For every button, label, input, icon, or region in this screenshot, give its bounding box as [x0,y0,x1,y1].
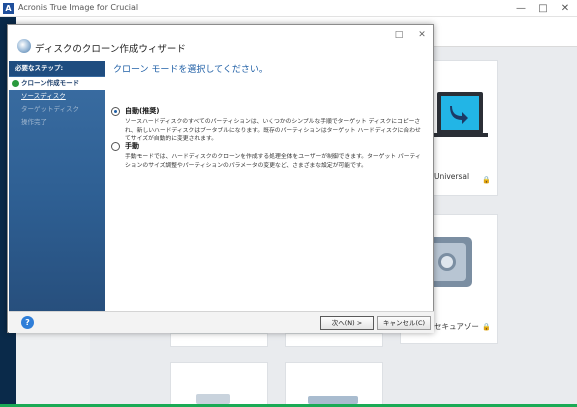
auto-mode-radio[interactable] [111,107,120,116]
check-icon [12,80,19,87]
briefcase-icon [308,396,358,404]
app-titlebar: A Acronis True Image for Crucial — □ ✕ [0,0,577,17]
cancel-button[interactable]: キャンセル(C) [377,316,431,330]
tool-card[interactable] [170,333,268,347]
step-label: 操作完了 [21,118,47,126]
steps-sidebar: 必要なステップ: クローン作成モード ソースディスク ターゲットディスク 操作完… [9,61,105,311]
acronis-logo-icon: A [3,3,14,14]
help-icon[interactable]: ? [21,316,34,329]
safe-dial-icon [438,253,456,271]
disk-clone-icon [17,39,31,53]
app-title: Acronis True Image for Crucial [18,3,139,12]
maximize-button[interactable]: □ [531,1,555,16]
wizard-content: クローン モードを選択してください。 自動(推奨) ソースハードディスクのすべて… [105,61,433,311]
lock-icon: 🔒 [482,323,491,331]
step-finish: 操作完了 [9,116,105,129]
step-label: ソースディスク [21,92,66,100]
lock-icon: 🔒 [482,176,491,184]
close-button[interactable]: ✕ [553,1,577,16]
card-label-universal: Universal [434,172,470,181]
step-label: ターゲットディスク [21,105,80,113]
step-target-disk: ターゲットディスク [9,103,105,116]
laptop-base-icon [432,133,488,137]
page-title: クローン モードを選択してください。 [113,65,268,75]
drive-icon [196,394,230,404]
card-label-secure-zone: セキュアゾー [434,322,479,331]
step-source-disk[interactable]: ソースディスク [9,90,105,103]
maximize-button[interactable]: □ [389,28,409,42]
step-clone-mode[interactable]: クローン作成モード [9,77,105,90]
dialog-footer: ? 次へ(N) > キャンセル(C) [9,311,434,333]
arrow-icon [450,106,468,124]
close-button[interactable]: ✕ [412,28,432,42]
dialog-title: ディスクのクローン作成ウィザード [35,44,186,55]
minimize-button[interactable]: — [509,1,533,16]
tool-card[interactable] [285,333,383,347]
step-label: クローン作成モード [21,79,80,87]
next-button[interactable]: 次へ(N) > [320,316,374,330]
manual-mode-label[interactable]: 手動 [125,141,139,151]
dialog-titlebar: ディスクのクローン作成ウィザード □ ✕ [8,25,433,61]
manual-mode-description: 手動モードでは、ハードディスクのクローンを作成する処理全体をユーザーが制御できま… [125,154,421,169]
manual-mode-radio[interactable] [111,142,120,151]
auto-mode-label[interactable]: 自動(推奨) [125,106,159,116]
auto-mode-description: ソースハードディスクのすべてのパーティションは、いくつかのシンプルな手順でターゲ… [125,119,421,142]
steps-header: 必要なステップ: [9,61,105,76]
clone-disk-wizard-dialog: ディスクのクローン作成ウィザード □ ✕ 必要なステップ: クローン作成モード … [7,24,434,333]
